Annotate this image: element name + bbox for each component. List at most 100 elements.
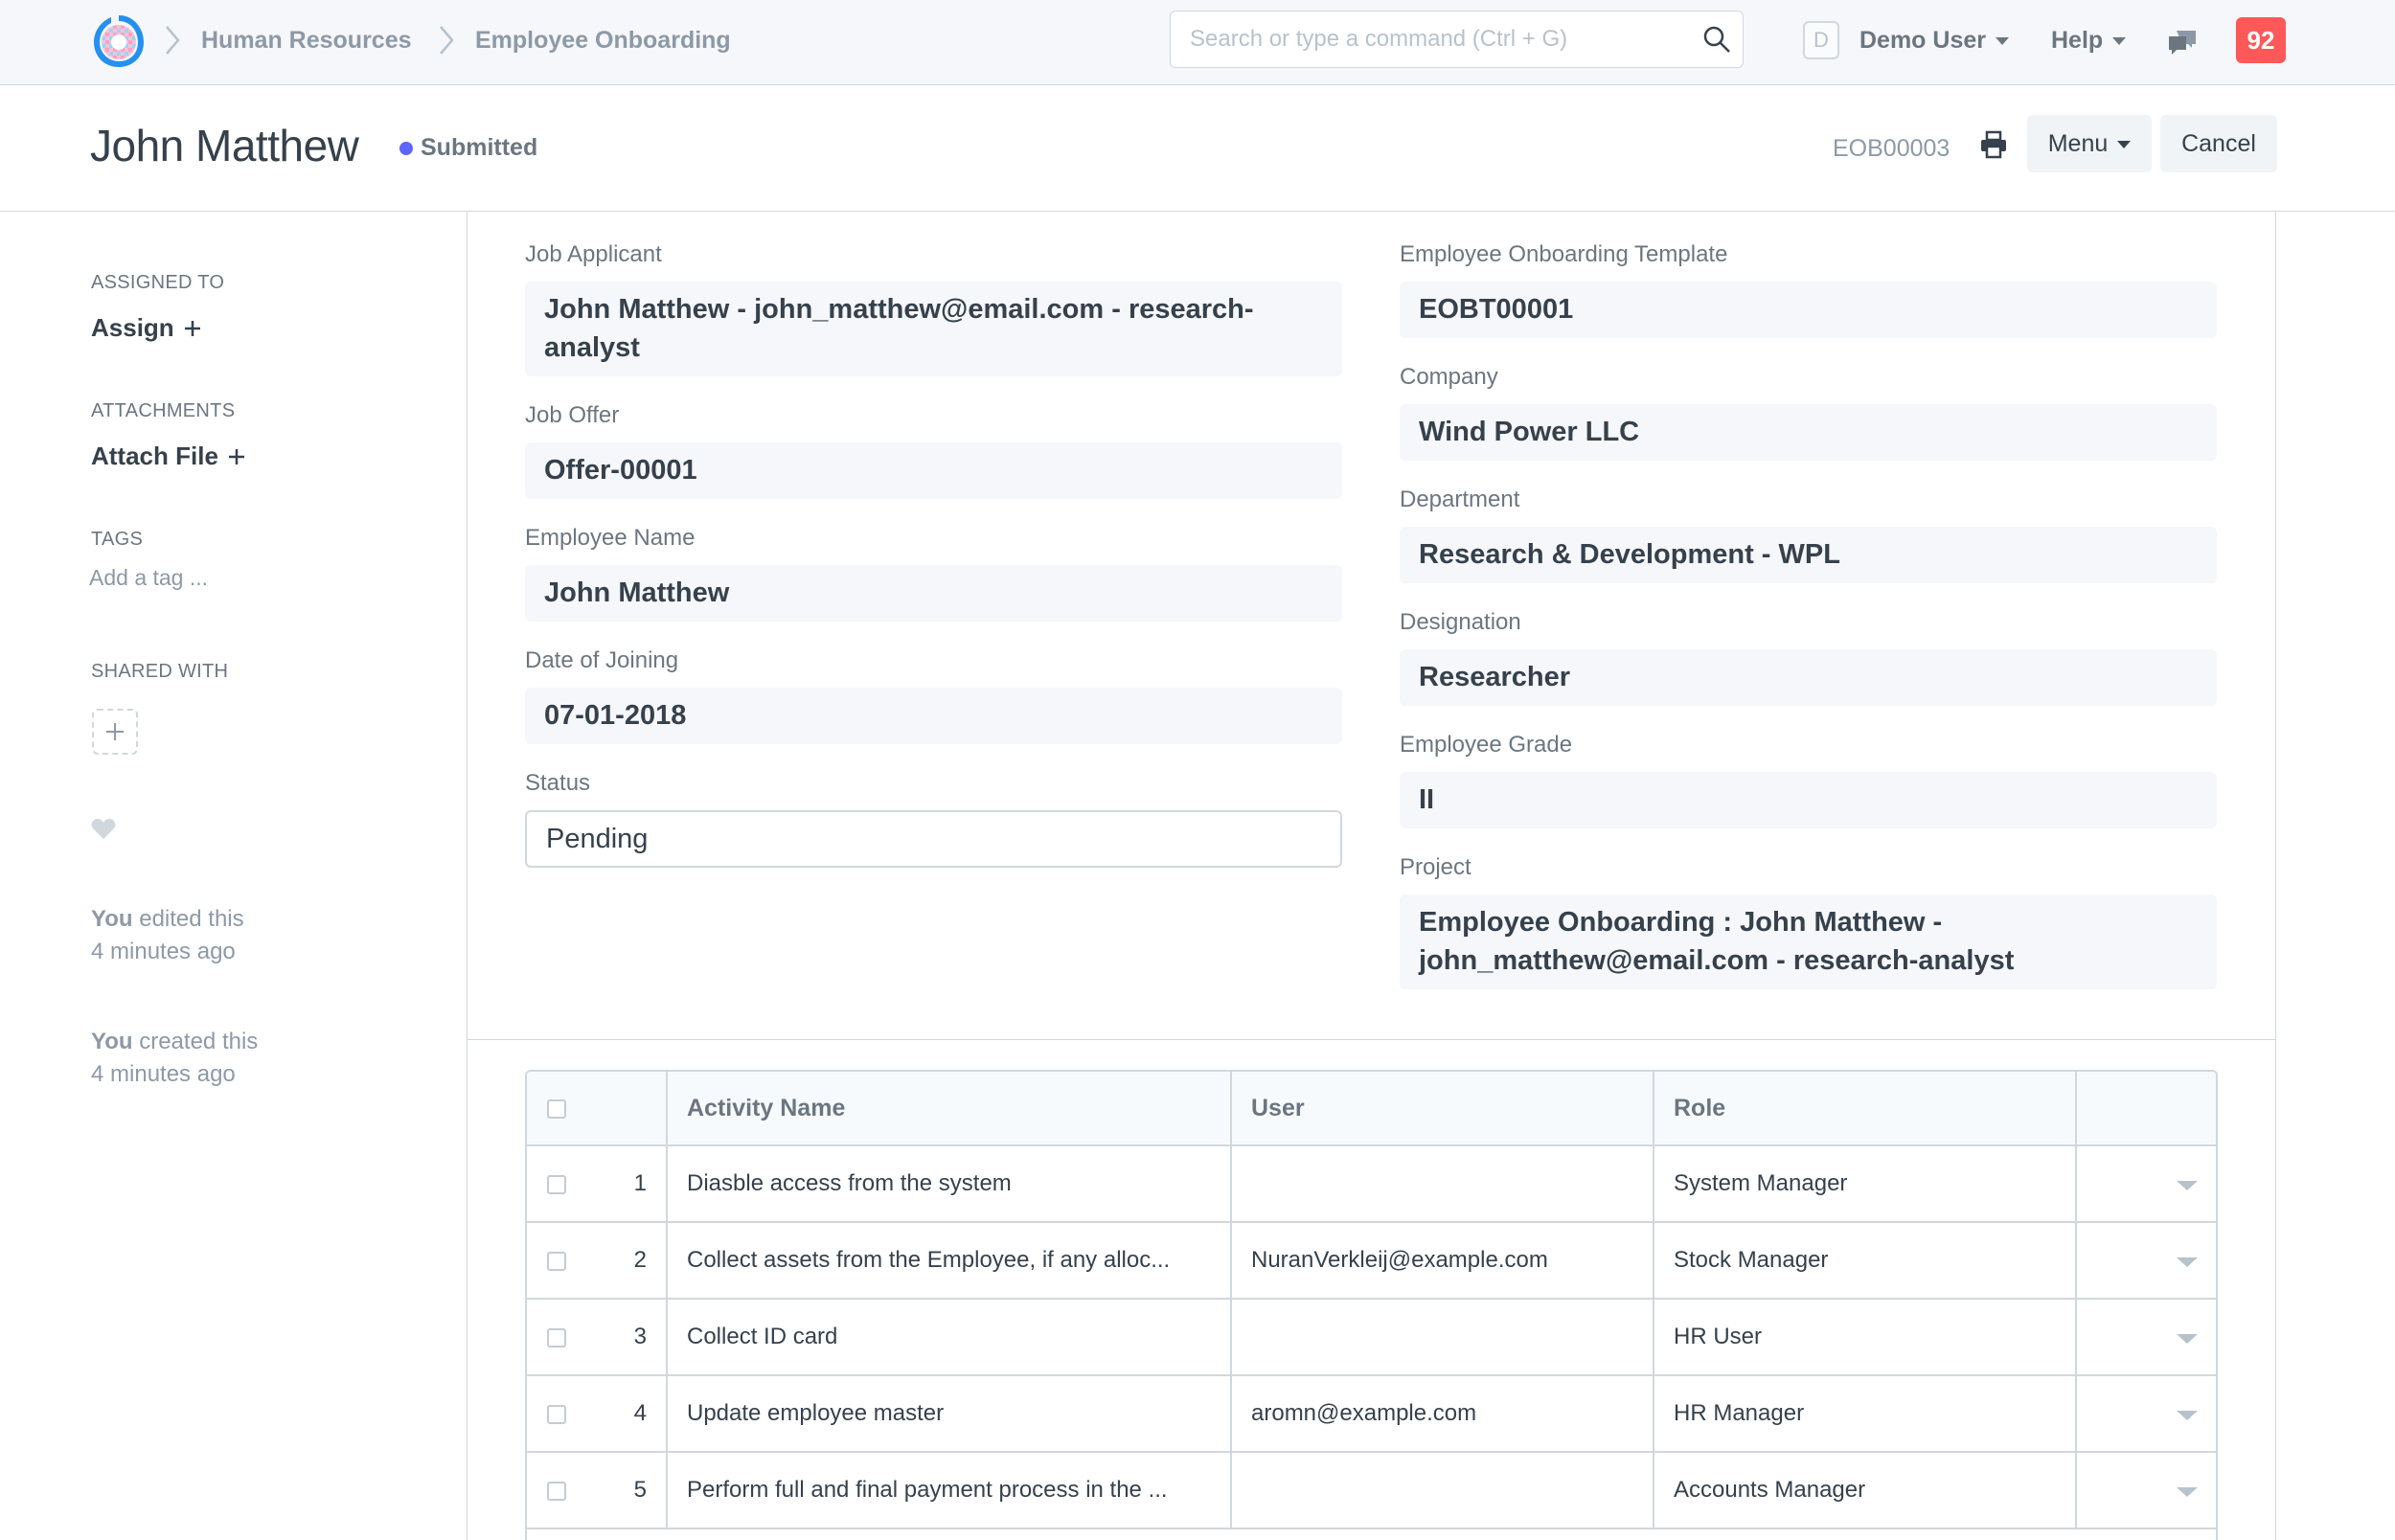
table-row[interactable]: 3 Collect ID card HR User [527, 1300, 2216, 1376]
activity-name-cell[interactable]: Collect assets from the Employee, if any… [668, 1223, 1232, 1298]
tags-heading: Tags [91, 529, 144, 550]
designation-field[interactable]: Researcher [1400, 649, 2217, 706]
plus-icon [106, 723, 124, 740]
row-expand-caret-icon[interactable] [2177, 1487, 2198, 1497]
row-expand-caret-icon[interactable] [2177, 1181, 2198, 1190]
role-cell[interactable]: HR User [1654, 1300, 2077, 1374]
select-all-checkbox[interactable] [547, 1099, 566, 1119]
employee-grade-label: Employee Grade [1400, 732, 1573, 758]
caret-down-icon [2112, 37, 2127, 46]
table-row[interactable]: 1 Diasble access from the system System … [527, 1146, 2216, 1223]
column-header-role[interactable]: Role [1654, 1072, 2077, 1144]
caret-down-icon [1996, 37, 2009, 46]
breadcrumb-chevron-icon [440, 26, 454, 55]
breadcrumb-human-resources[interactable]: Human Resources [201, 25, 412, 56]
row-expand-caret-icon[interactable] [2177, 1257, 2198, 1267]
plus-icon [228, 449, 244, 464]
job-applicant-field[interactable]: John Matthew - john_matthew@email.com - … [525, 282, 1342, 376]
user-cell[interactable]: NuranVerkleij@example.com [1232, 1223, 1654, 1298]
status-select[interactable]: Pending [525, 810, 1342, 868]
designation-label: Designation [1400, 609, 1521, 635]
project-field[interactable]: Employee Onboarding : John Matthew - joh… [1400, 895, 2217, 989]
role-cell[interactable]: System Manager [1654, 1146, 2077, 1221]
row-index: 5 [633, 1477, 647, 1503]
company-label: Company [1400, 364, 1498, 390]
user-menu-dropdown[interactable]: Demo User [1859, 25, 2009, 56]
shared-with-heading: Shared With [91, 661, 229, 682]
role-cell[interactable]: HR Manager [1654, 1376, 2077, 1451]
timeline-created: You created this 4 minutes ago [91, 1026, 258, 1091]
row-expand-caret-icon[interactable] [2177, 1411, 2198, 1420]
department-label: Department [1400, 487, 1520, 512]
header-check-cell [527, 1072, 668, 1144]
search-input[interactable] [1190, 11, 1688, 67]
activity-name-cell[interactable]: Perform full and final payment process i… [668, 1453, 1232, 1528]
role-cell[interactable]: Stock Manager [1654, 1223, 2077, 1298]
timeline-action: created this [139, 1029, 259, 1054]
section-divider [468, 1039, 2275, 1040]
department-field[interactable]: Research & Development - WPL [1400, 527, 2217, 583]
add-share-button[interactable] [92, 709, 138, 755]
activity-name-cell[interactable]: Collect ID card [668, 1300, 1232, 1374]
menu-button-label: Menu [2047, 130, 2109, 157]
user-avatar[interactable]: D [1803, 21, 1839, 59]
attach-file-label: Attach File [91, 442, 218, 470]
heart-icon[interactable] [91, 817, 116, 840]
search-icon[interactable] [1702, 25, 1731, 54]
assign-button[interactable]: Assign [91, 312, 201, 343]
row-checkbox[interactable] [547, 1405, 566, 1424]
row-check-cell: 4 [527, 1376, 668, 1451]
document-id: EOB00003 [1833, 135, 1950, 162]
employee-grade-field[interactable]: II [1400, 772, 2217, 828]
employee-name-label: Employee Name [525, 525, 696, 551]
onboarding-template-field[interactable]: EOBT00001 [1400, 282, 2217, 338]
date-of-joining-field[interactable]: 07-01-2018 [525, 688, 1342, 744]
job-applicant-label: Job Applicant [525, 241, 662, 267]
user-cell[interactable]: aromn@example.com [1232, 1376, 1654, 1451]
user-cell[interactable] [1232, 1146, 1654, 1221]
add-tag-input[interactable]: Add a tag ... [89, 565, 208, 591]
row-check-cell: 3 [527, 1300, 668, 1374]
column-header-activity-name[interactable]: Activity Name [668, 1072, 1232, 1144]
table-row[interactable]: 2 Collect assets from the Employee, if a… [527, 1223, 2216, 1300]
breadcrumb-employee-onboarding[interactable]: Employee Onboarding [475, 25, 731, 56]
table-row[interactable]: 4 Update employee master aromn@example.c… [527, 1376, 2216, 1453]
row-expand-caret-icon[interactable] [2177, 1334, 2198, 1344]
activity-name-cell[interactable]: Update employee master [668, 1376, 1232, 1451]
row-check-cell: 5 [527, 1453, 668, 1528]
help-menu-label: Help [2051, 27, 2104, 54]
activities-table: Activity Name User Role 1 Diasble access… [525, 1070, 2218, 1540]
table-row[interactable]: 5 Perform full and final payment process… [527, 1453, 2216, 1529]
status-badge: Submitted [421, 134, 538, 161]
page-head: John Matthew Submitted EOB00003 Menu Can… [0, 85, 2395, 212]
timeline-edited: You edited this 4 minutes ago [91, 903, 244, 968]
row-checkbox[interactable] [547, 1328, 566, 1348]
activity-name-cell[interactable]: Diasble access from the system [668, 1146, 1232, 1221]
company-field[interactable]: Wind Power LLC [1400, 404, 2217, 461]
job-offer-field[interactable]: Offer-00001 [525, 442, 1342, 499]
project-label: Project [1400, 854, 1471, 880]
print-icon[interactable] [1979, 129, 2008, 160]
notification-badge[interactable]: 92 [2236, 17, 2286, 63]
row-index: 1 [633, 1170, 647, 1196]
row-checkbox[interactable] [547, 1175, 566, 1194]
attach-file-button[interactable]: Attach File [91, 441, 245, 471]
assigned-to-heading: Assigned To [91, 272, 225, 293]
user-cell[interactable] [1232, 1300, 1654, 1374]
row-checkbox[interactable] [547, 1482, 566, 1501]
row-actions-cell [2077, 1376, 2216, 1451]
role-cell[interactable]: Accounts Manager [1654, 1453, 2077, 1528]
user-cell[interactable] [1232, 1453, 1654, 1528]
row-checkbox[interactable] [547, 1252, 566, 1271]
row-index: 3 [633, 1324, 647, 1349]
help-menu-dropdown[interactable]: Help [2051, 25, 2127, 56]
page-title: John Matthew [90, 121, 359, 170]
cancel-button[interactable]: Cancel [2160, 115, 2277, 172]
employee-name-field[interactable]: John Matthew [525, 565, 1342, 622]
menu-button[interactable]: Menu [2027, 115, 2152, 172]
app-logo-icon[interactable] [90, 10, 148, 71]
column-header-user[interactable]: User [1232, 1072, 1654, 1144]
row-check-cell: 2 [527, 1223, 668, 1298]
breadcrumb-chevron-icon [166, 26, 180, 55]
chat-icon[interactable] [2167, 29, 2198, 57]
